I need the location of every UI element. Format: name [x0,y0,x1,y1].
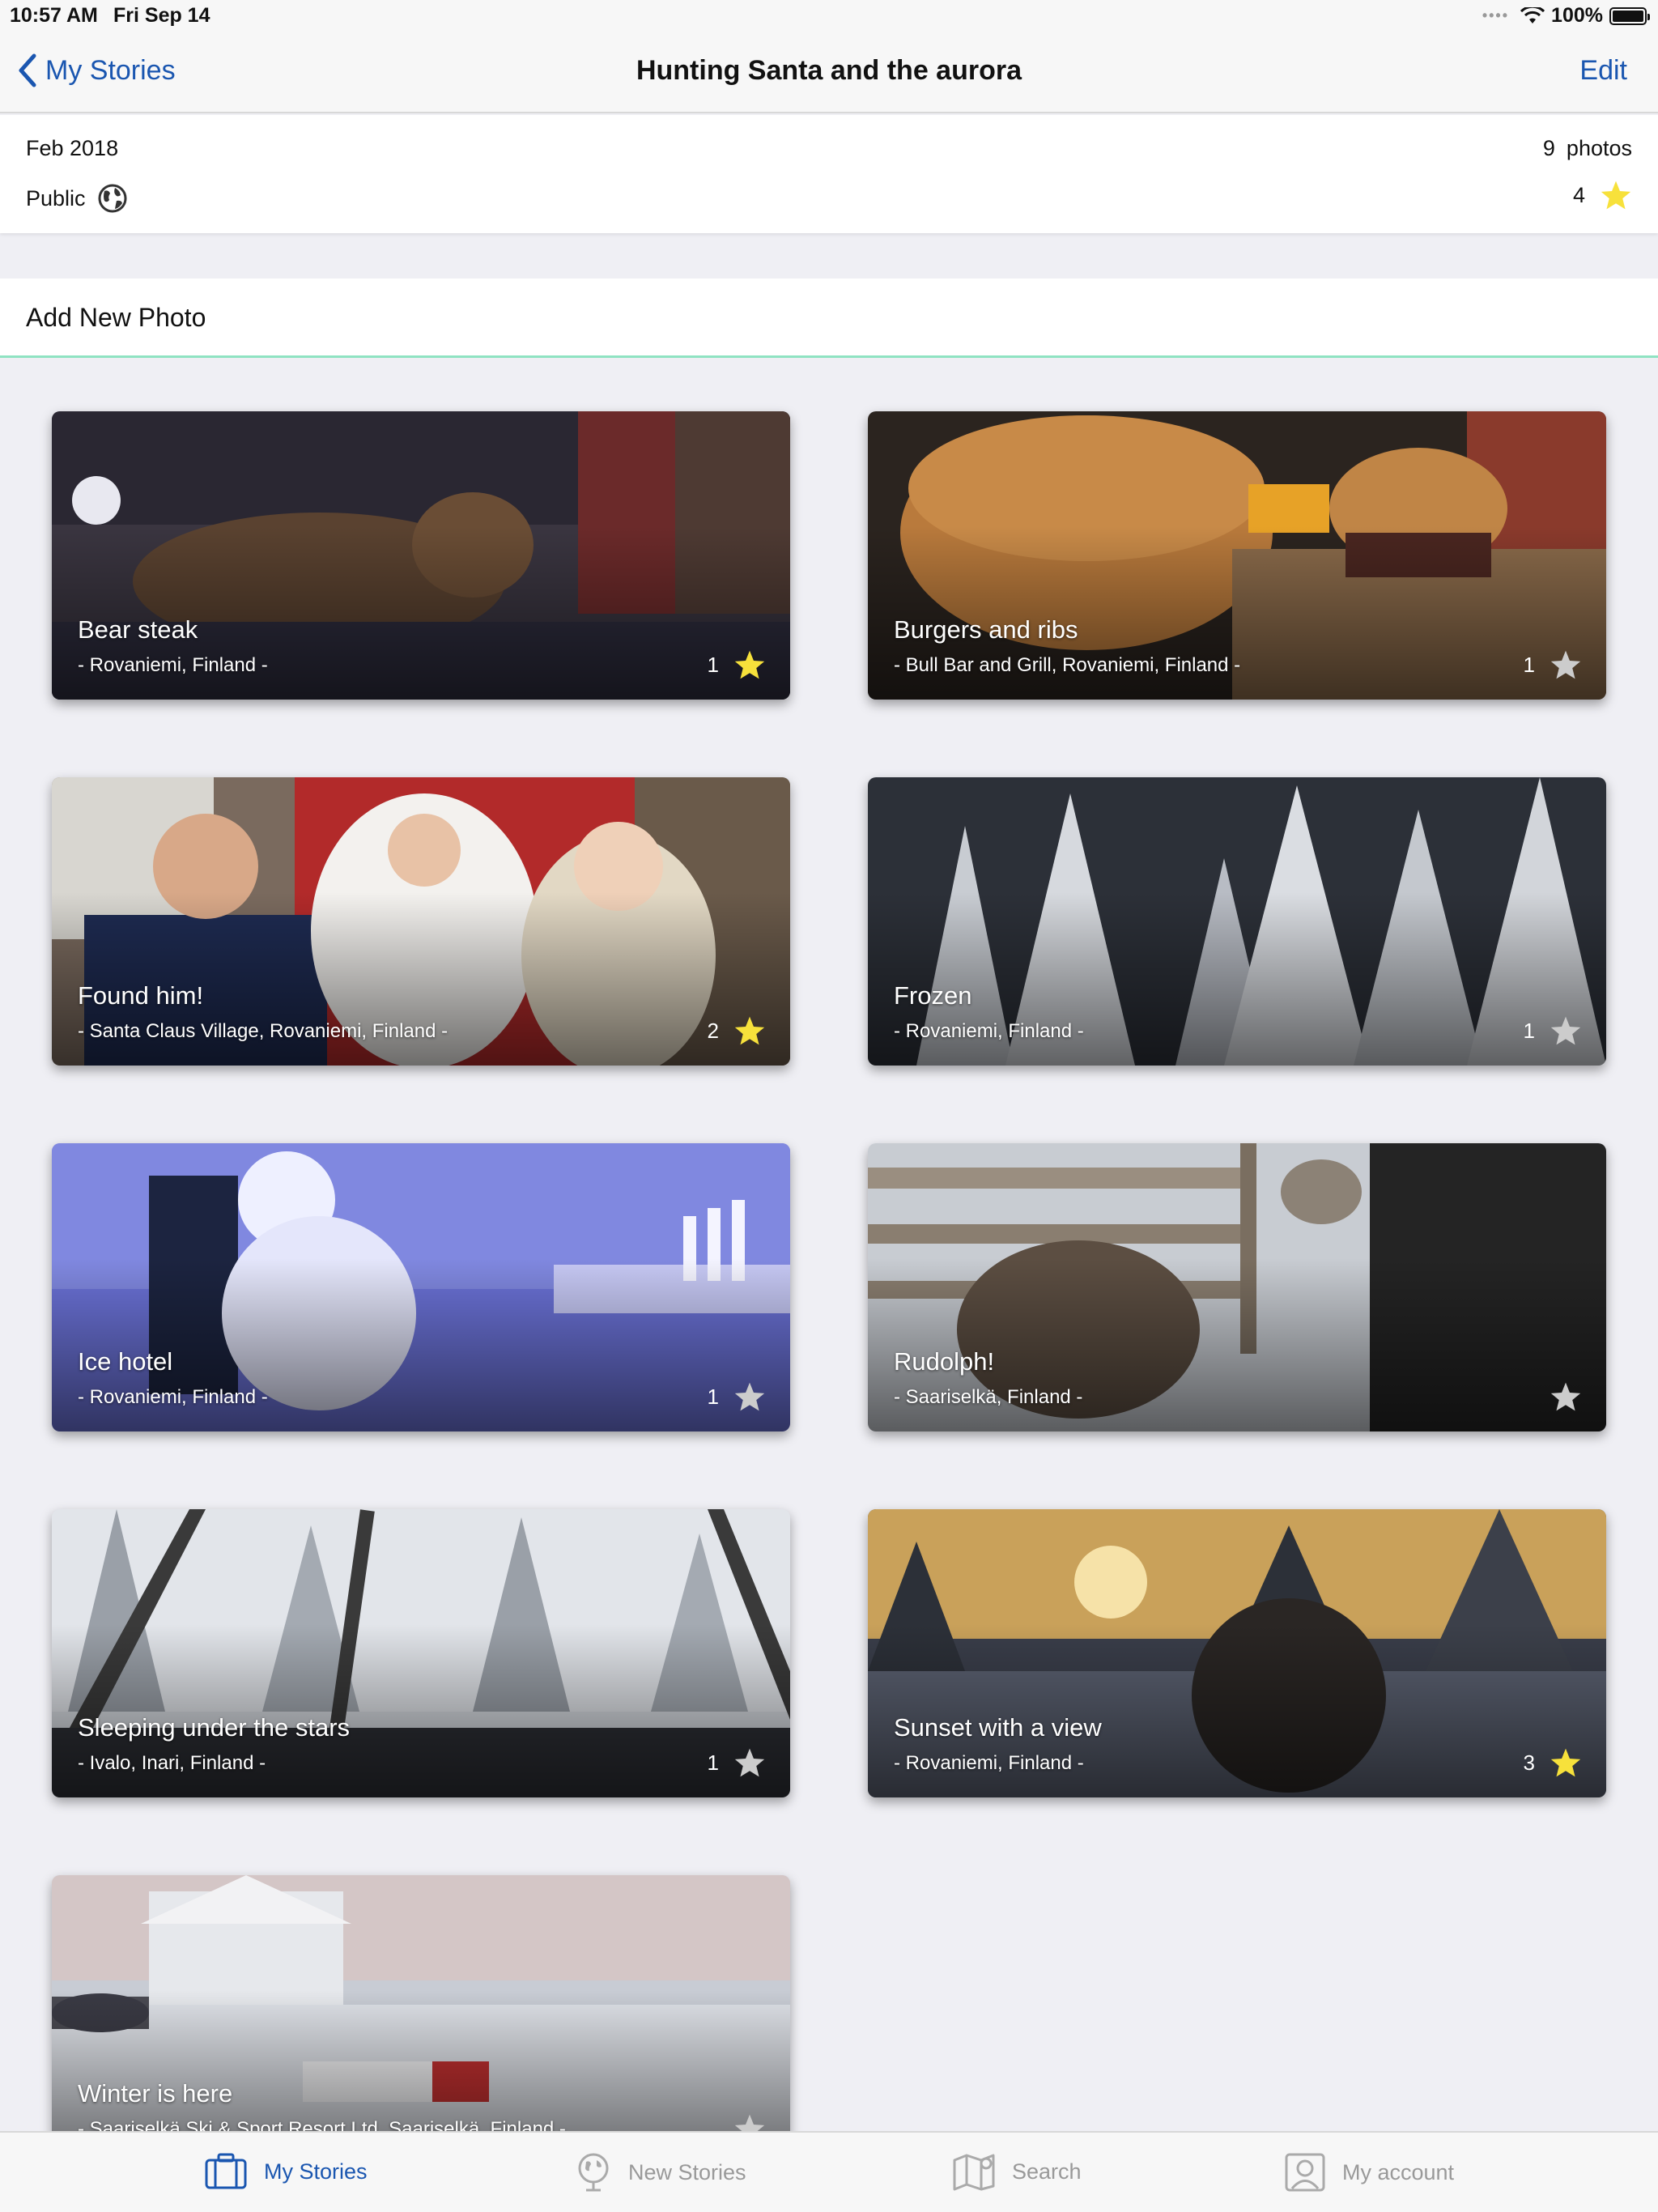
photo-rating[interactable]: 1 [1524,1015,1582,1046]
tab-bar: My Stories New Stories Search My account [0,2131,1658,2212]
user-icon [1285,2153,1325,2192]
visibility-label: Public [26,185,86,211]
photo-card[interactable]: Sleeping under the stars - Ivalo, Inari,… [52,1509,790,1797]
photo-rating[interactable]: 1 [1524,649,1582,680]
photo-location: - Rovaniemi, Finland - [894,1020,1084,1042]
tab-label: My Stories [264,2159,368,2184]
star-count-value: 4 [1572,182,1585,207]
suitcase-icon [205,2153,247,2189]
photo-title: Winter is here [78,2079,233,2108]
photo-location: - Saariselkä Ski & Sport Resort Ltd, Saa… [78,2118,566,2131]
star-icon [1550,650,1581,679]
photo-title: Burgers and ribs [894,615,1078,644]
photo-rating[interactable]: 1 [708,1381,766,1412]
page-title: Hunting Santa and the aurora [636,55,1022,86]
wifi-icon [1520,6,1545,23]
rating-count: 1 [707,1384,719,1409]
rating-count: 2 [707,1018,719,1043]
photo-title: Bear steak [78,615,198,644]
star-icon [1550,1748,1581,1777]
photo-card[interactable]: Bear steak - Rovaniemi, Finland - 1 [52,411,790,700]
photo-card[interactable]: Burgers and ribs - Bull Bar and Grill, R… [868,411,1606,700]
photo-title: Sunset with a view [894,1713,1102,1742]
photo-location: - Ivalo, Inari, Finland - [78,1752,266,1774]
photo-location: - Rovaniemi, Finland - [894,1752,1084,1774]
star-icon [1550,1382,1581,1411]
photo-location: - Saariselkä, Finland - [894,1386,1083,1408]
photo-card[interactable]: Frozen - Rovaniemi, Finland - 1 [868,777,1606,1066]
tab-label: New Stories [628,2159,746,2184]
photo-title: Found him! [78,981,204,1010]
tab-label: My account [1342,2159,1455,2184]
tab-search[interactable]: Search [952,2152,1082,2191]
photo-title: Rudolph! [894,1347,995,1376]
status-indicators: •••• 100% [1482,4,1650,28]
status-bar: 10:57 AM Fri Sep 14 •••• 100% [0,0,1658,32]
story-visibility[interactable]: Public [26,183,128,214]
back-label: My Stories [45,54,176,86]
photo-rating[interactable]: 1 [708,649,766,680]
photo-card[interactable]: Sunset with a view - Rovaniemi, Finland … [868,1509,1606,1797]
navigation-bar: My Stories Hunting Santa and the aurora … [0,32,1658,113]
tab-my-stories[interactable]: My Stories [204,2152,368,2191]
battery-icon [1609,6,1650,25]
photo-rating[interactable]: 1 [708,1747,766,1778]
globe-icon [578,2153,609,2192]
tab-new-stories[interactable]: New Stories [575,2152,746,2193]
star-icon [734,1016,765,1045]
star-icon [734,2114,765,2131]
photo-location: - Rovaniemi, Finland - [78,1386,268,1408]
star-icon [734,650,765,679]
globe-icon [98,184,127,213]
star-icon [1550,1016,1581,1045]
story-info: Feb 2018 Public 9 photos 4 [0,115,1658,233]
photo-location: - Rovaniemi, Finland - [78,654,268,676]
rating-count: 1 [707,1750,719,1775]
photo-count-label: photos [1566,136,1632,160]
star-icon [734,1748,765,1777]
back-button[interactable]: My Stories [18,53,176,87]
star-count: 4 [1573,180,1632,211]
status-date: Fri Sep 14 [113,4,210,27]
photo-rating[interactable]: 2 [708,1015,766,1046]
photo-count: 9 photos [1543,136,1632,161]
photo-title: Ice hotel [78,1347,173,1376]
chevron-left-icon [19,53,36,87]
photo-location: - Santa Claus Village, Rovaniemi, Finlan… [78,1020,449,1042]
rating-count: 1 [1523,652,1535,677]
rating-count: 3 [1523,1750,1535,1775]
photo-card[interactable]: Rudolph! - Saariselkä, Finland - [868,1143,1606,1431]
photo-count-value: 9 [1542,136,1555,160]
photo-location: - Bull Bar and Grill, Rovaniemi, Finland… [894,654,1241,676]
photo-card[interactable]: Winter is here - Saariselkä Ski & Sport … [52,1875,790,2131]
star-icon [1601,181,1631,210]
photo-rating[interactable] [1535,1381,1582,1412]
photo-card[interactable]: Found him! - Santa Claus Village, Rovani… [52,777,790,1066]
edit-button[interactable]: Edit [1579,55,1627,87]
tab-label: Search [1012,2159,1082,2184]
photo-rating[interactable] [719,2113,766,2131]
signal-icon: •••• [1482,7,1510,23]
card-overlay [52,1990,790,2131]
add-new-photo-button[interactable]: Add New Photo [0,279,1658,358]
photo-rating[interactable]: 3 [1524,1747,1582,1778]
rating-count: 1 [707,652,719,677]
story-date: Feb 2018 [26,136,119,160]
photo-card[interactable]: Ice hotel - Rovaniemi, Finland - 1 [52,1143,790,1431]
photo-grid: Bear steak - Rovaniemi, Finland - 1 Burg… [0,358,1658,2131]
status-time: 10:57 AM [10,4,98,27]
battery-percent: 100% [1551,4,1603,27]
tab-my-account[interactable]: My account [1284,2152,1454,2193]
map-icon [953,2154,995,2191]
rating-count: 1 [1523,1018,1535,1043]
photo-title: Frozen [894,981,972,1010]
photo-title: Sleeping under the stars [78,1713,351,1742]
star-icon [734,1382,765,1411]
